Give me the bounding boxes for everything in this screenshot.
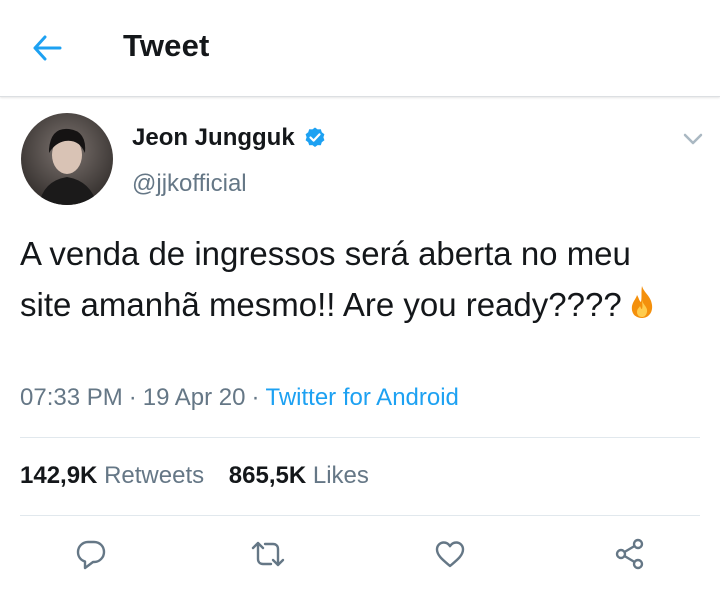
tweet-stats: 142,9K Retweets 865,5K Likes [20,462,369,490]
likes-stat[interactable]: 865,5K Likes [229,462,369,489]
tweet-text: A venda de ingressos será aberta no meu … [20,235,631,323]
retweets-count: 142,9K [20,462,98,489]
top-bar: Tweet [0,0,720,97]
like-icon [435,541,465,568]
meta-separator: · [251,384,260,411]
more-options-button[interactable] [680,126,706,152]
share-icon [615,538,644,570]
page-title: Tweet [123,28,210,63]
chevron-down-icon [683,133,703,145]
retweets-stat[interactable]: 142,9K Retweets [20,462,204,489]
fire-icon [631,286,652,318]
divider [20,515,700,516]
reply-button[interactable] [73,536,109,572]
author-handle[interactable]: @jjkofficial [132,170,247,198]
tweet-date: 19 Apr 20 [142,384,246,411]
tweet-meta: 07:33 PM · 19 Apr 20 · Twitter for Android [20,384,459,412]
avatar[interactable] [21,113,113,205]
retweets-label: Retweets [104,462,205,489]
action-bar [0,530,720,580]
like-button[interactable] [432,536,468,572]
likes-label: Likes [312,462,369,489]
retweet-icon [251,541,285,567]
arrow-left-icon [33,35,62,61]
tweet-time: 07:33 PM [20,384,123,411]
retweet-button[interactable] [250,536,286,572]
tweet-source-link[interactable]: Twitter for Android [265,384,458,411]
author-name[interactable]: Jeon Jungguk [132,124,295,152]
profile-photo [21,113,113,205]
likes-count: 865,5K [228,462,307,489]
divider [20,437,700,438]
tweet-body: A venda de ingressos será aberta no meu … [20,228,680,330]
verified-badge-icon [305,127,325,147]
author-info: Jeon Jungguk [132,124,327,152]
back-button[interactable] [22,26,72,70]
share-button[interactable] [612,536,648,572]
reply-icon [76,540,106,570]
meta-separator: · [128,384,137,411]
